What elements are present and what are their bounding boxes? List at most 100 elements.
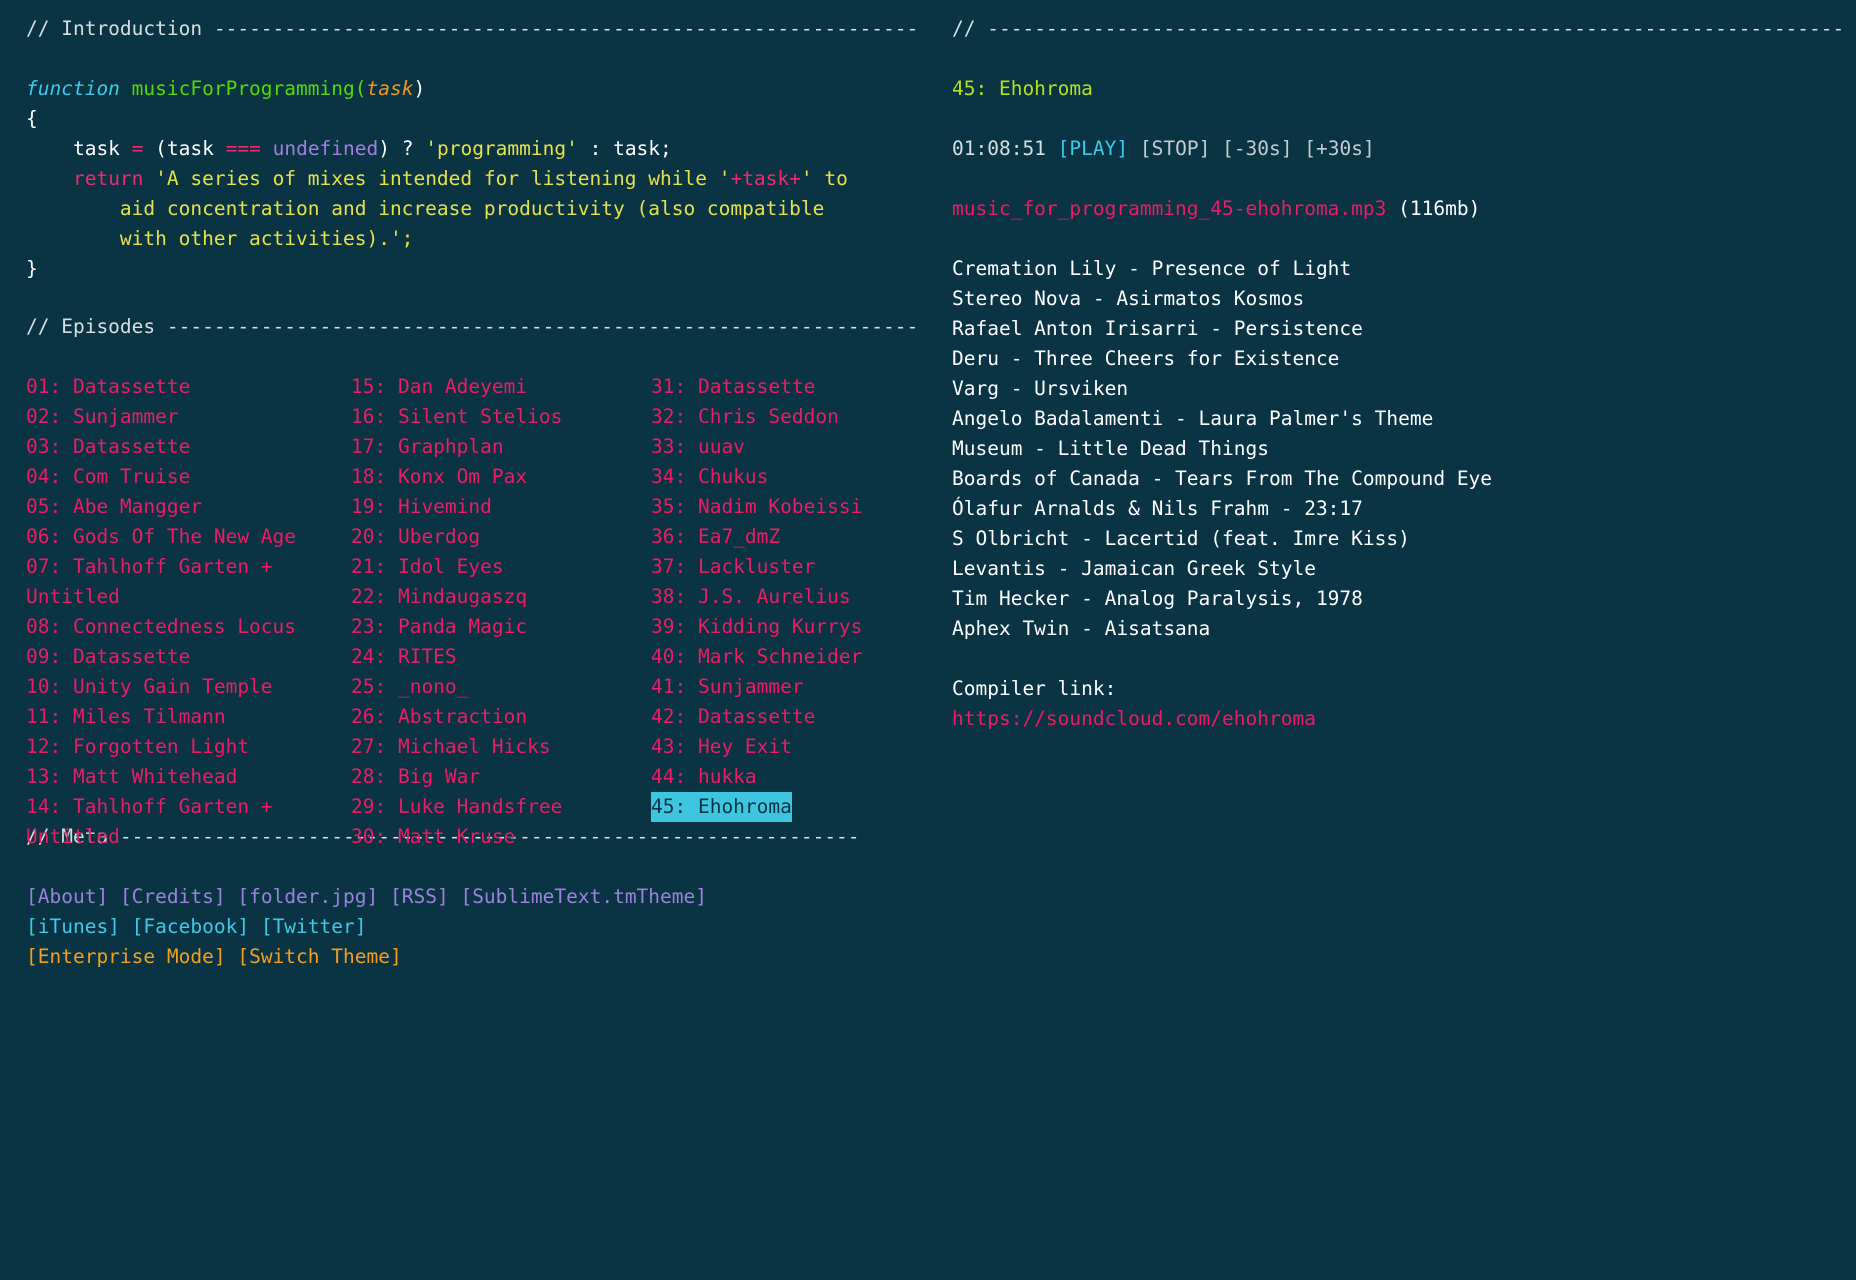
meta-links-row-3: [Enterprise Mode] [Switch Theme] xyxy=(26,942,946,972)
meta-link[interactable]: [Facebook] xyxy=(132,915,249,938)
track-item: Boards of Canada - Tears From The Compou… xyxy=(952,467,1493,490)
brace-open: { xyxy=(26,107,38,130)
meta-link[interactable]: [Credits] xyxy=(120,885,226,908)
meta-link[interactable]: [iTunes] xyxy=(26,915,120,938)
episode-link[interactable]: 25: _nono_ xyxy=(351,672,468,702)
episode-link[interactable]: 27: Michael Hicks xyxy=(351,732,551,762)
episode-list: 01: Datassette 02: Sunjammer 03: Datassett… xyxy=(26,372,946,848)
introduction-header-rule: ----------------------------------------… xyxy=(213,17,919,40)
introduction-section-header: // Introduction ------------------------… xyxy=(26,14,946,44)
episode-link[interactable]: 24: RITES xyxy=(351,642,457,672)
track-item: S Olbricht - Lacertid (feat. Imre Kiss) xyxy=(952,527,1410,550)
episode-link[interactable]: 33: uuav xyxy=(651,432,745,462)
episode-link[interactable]: 38: J.S. Aurelius xyxy=(651,582,851,612)
episode-link[interactable]: 19: Hivemind xyxy=(351,492,492,522)
episode-link[interactable]: 12: Forgotten Light xyxy=(26,732,249,762)
compiler-link-url[interactable]: https://soundcloud.com/ehohroma xyxy=(952,704,1316,734)
episode-link[interactable]: 16: Silent Stelios xyxy=(351,402,562,432)
tracklist: Cremation Lily - Presence of Light Stereo… xyxy=(952,254,1842,644)
assign-rhs-open: (task xyxy=(143,137,226,160)
episode-link[interactable]: 20: Uberdog xyxy=(351,522,480,552)
episode-link[interactable]: 39: Kidding Kurrys xyxy=(651,612,862,642)
track-item: Tim Hecker - Analog Paralysis, 1978 xyxy=(952,587,1363,610)
intro-code-block: function musicForProgramming(task) { tas… xyxy=(26,74,946,284)
episode-link[interactable]: 02: Sunjammer xyxy=(26,402,179,432)
rewind-30s-button[interactable]: [-30s] xyxy=(1222,137,1292,160)
strict-equals-operator: === xyxy=(225,137,261,160)
meta-links: [About] [Credits] [folder.jpg] [RSS] [Su… xyxy=(26,882,946,972)
episode-link[interactable]: 26: Abstraction xyxy=(351,702,527,732)
episode-link[interactable]: 44: hukka xyxy=(651,762,757,792)
episode-link[interactable]: 11: Miles Tilmann xyxy=(26,702,226,732)
right-column: // -------------------------------------… xyxy=(952,14,1842,734)
episode-link[interactable]: 37: Lackluster xyxy=(651,552,815,582)
episode-link[interactable]: 13: Matt Whitehead xyxy=(26,762,237,792)
stop-button[interactable]: [STOP] xyxy=(1140,137,1210,160)
brace-close: } xyxy=(26,257,38,280)
episode-link[interactable]: 01: Datassette xyxy=(26,372,190,402)
return-indent xyxy=(26,167,73,190)
episode-link[interactable]: 45: Ehohroma xyxy=(651,792,792,822)
episode-link[interactable]: 03: Datassette xyxy=(26,432,190,462)
episode-link[interactable]: 28: Big War xyxy=(351,762,480,792)
track-item: Museum - Little Dead Things xyxy=(952,437,1269,460)
meta-link[interactable]: [SublimeText.tmTheme] xyxy=(460,885,707,908)
player-section-header: // -------------------------------------… xyxy=(952,14,1842,44)
current-episode-title: 45: Ehohroma xyxy=(952,77,1093,100)
meta-link[interactable]: [Switch Theme] xyxy=(237,945,401,968)
episode-link[interactable]: 07: Tahlhoff Garten + Untitled xyxy=(26,552,326,612)
assign-lhs: task xyxy=(26,137,132,160)
episodes-header-rule: ----------------------------------------… xyxy=(166,315,919,338)
compiler-section: Compiler link: https://soundcloud.com/eh… xyxy=(952,674,1842,734)
forward-30s-button[interactable]: [+30s] xyxy=(1304,137,1374,160)
track-item: Ólafur Arnalds & Nils Frahm - 23:17 xyxy=(952,497,1363,520)
episode-link[interactable]: 04: Com Truise xyxy=(26,462,190,492)
music-for-programming-page: // Introduction ------------------------… xyxy=(0,0,1856,1280)
ternary-question: ) ? xyxy=(378,137,426,160)
meta-links-row-2: [iTunes] [Facebook] [Twitter] xyxy=(26,912,946,942)
episode-link[interactable]: 43: Hey Exit xyxy=(651,732,792,762)
meta-link[interactable]: [Enterprise Mode] xyxy=(26,945,226,968)
episode-link[interactable]: 15: Dan Adeyemi xyxy=(351,372,527,402)
track-item: Angelo Badalamenti - Laura Palmer's Them… xyxy=(952,407,1434,430)
episode-link[interactable]: 36: Ea7_dmZ xyxy=(651,522,780,552)
introduction-header-label: // Introduction xyxy=(26,17,214,40)
meta-link[interactable]: [About] xyxy=(26,885,108,908)
left-column: // Introduction ------------------------… xyxy=(26,14,946,972)
episode-link[interactable]: 08: Connectedness Locus xyxy=(26,612,296,642)
meta-link[interactable]: [Twitter] xyxy=(261,915,367,938)
episode-link[interactable]: 10: Unity Gain Temple xyxy=(26,672,273,702)
episode-link[interactable]: 41: Sunjammer xyxy=(651,672,804,702)
download-file-line: music_for_programming_45-ehohroma.mp3 (1… xyxy=(952,194,1842,224)
episode-link[interactable]: 21: Idol Eyes xyxy=(351,552,504,582)
undefined-literal: undefined xyxy=(272,137,379,160)
episode-link[interactable]: 23: Panda Magic xyxy=(351,612,527,642)
episode-link[interactable]: 18: Konx Om Pax xyxy=(351,462,527,492)
compiler-link-label: Compiler link: xyxy=(952,677,1117,700)
mp3-download-link[interactable]: music_for_programming_45-ehohroma.mp3 xyxy=(952,197,1386,220)
episode-link[interactable]: 06: Gods Of The New Age xyxy=(26,522,296,552)
episode-link[interactable]: 14: Tahlhoff Garten + Untitled xyxy=(26,792,326,852)
track-item: Rafael Anton Irisarri - Persistence xyxy=(952,317,1363,340)
assign-operator: = xyxy=(131,137,144,160)
task-variable: task xyxy=(742,167,790,190)
episode-link[interactable]: 40: Mark Schneider xyxy=(651,642,862,672)
meta-link[interactable]: [RSS] xyxy=(390,885,449,908)
episode-link[interactable]: 29: Luke Handsfree xyxy=(351,792,562,822)
episodes-section: // Episodes ----------------------------… xyxy=(26,312,946,848)
episode-link[interactable]: 31: Datassette xyxy=(651,372,815,402)
episode-link[interactable]: 09: Datassette xyxy=(26,642,190,672)
episode-link[interactable]: 17: Graphplan xyxy=(351,432,504,462)
episode-link[interactable]: 30: Matt Kruse xyxy=(351,822,515,852)
episode-link[interactable]: 35: Nadim Kobeissi xyxy=(651,492,862,522)
play-button[interactable]: [PLAY] xyxy=(1058,137,1128,160)
playback-time: 01:08:51 xyxy=(952,137,1046,160)
return-space xyxy=(143,167,155,190)
track-item: Aphex Twin - Aisatsana xyxy=(952,617,1211,640)
episode-link[interactable]: 05: Abe Mangger xyxy=(26,492,202,522)
episode-link[interactable]: 32: Chris Seddon xyxy=(651,402,839,432)
episode-link[interactable]: 34: Chukus xyxy=(651,462,768,492)
meta-link[interactable]: [folder.jpg] xyxy=(237,885,378,908)
episode-link[interactable]: 22: Mindaugaszq xyxy=(351,582,527,612)
episode-link[interactable]: 42: Datassette xyxy=(651,702,815,732)
